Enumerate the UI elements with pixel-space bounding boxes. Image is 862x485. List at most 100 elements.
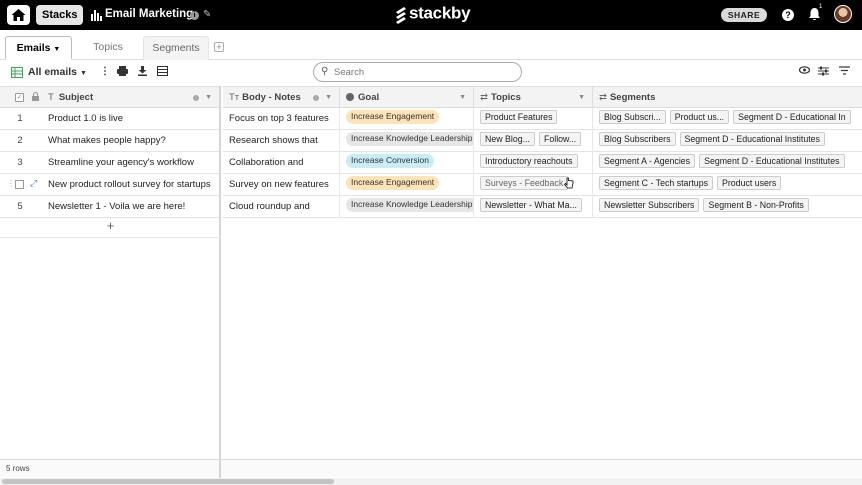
chevron-down-icon[interactable]: ▼ <box>459 87 466 108</box>
main-header: Tт Body - Notes ▼ Goal ▼ ⇄ Topics ▼ ⇄ Segme… <box>223 86 862 109</box>
column-header-subject[interactable]: T Subject ▼ <box>42 87 219 109</box>
download-icon[interactable] <box>138 66 147 79</box>
help-icon[interactable]: ? <box>782 9 794 21</box>
select-all-checkbox[interactable]: ✓ <box>15 93 24 102</box>
table-row[interactable]: ⋮ ⤢ New product rollout survey for start… <box>0 174 219 196</box>
stacks-button[interactable]: Stacks <box>36 5 84 25</box>
subject-cell[interactable]: Product 1.0 is live <box>42 108 219 130</box>
text-icon: T <box>48 92 54 103</box>
subject-cell[interactable]: New product rollout survey for startups <box>42 174 219 196</box>
segments-cell[interactable]: Newsletter Subscribers Segment B - Non-Pr… <box>593 196 862 218</box>
segments-cell[interactable]: Segment A - Agencies Segment D - Educatio… <box>593 152 862 174</box>
topics-cell[interactable]: Product Features <box>474 108 593 130</box>
segment-chip[interactable]: Blog Subscribers <box>599 132 676 147</box>
expand-row-icon[interactable]: ⤢ <box>30 178 37 189</box>
share-button[interactable]: SHARE <box>721 8 767 22</box>
user-avatar[interactable] <box>834 5 852 23</box>
more-options-icon[interactable]: ⋮ <box>100 66 110 77</box>
column-header-segments[interactable]: ⇄ Segments <box>593 87 862 109</box>
notification-count: 1 <box>819 4 823 10</box>
segment-chip[interactable]: Segment B - Non-Profits <box>703 198 809 213</box>
row-height-icon[interactable] <box>157 66 168 79</box>
table-row[interactable]: Survey on new features Increase Engageme… <box>223 174 862 196</box>
column-header-topics[interactable]: ⇄ Topics ▼ <box>474 87 593 109</box>
tab-segments[interactable]: Segments <box>143 36 209 60</box>
topics-cell[interactable]: New Blog... Follow... <box>474 130 593 152</box>
row-checkbox[interactable] <box>15 180 24 189</box>
chevron-down-icon[interactable]: ▼ <box>205 87 212 108</box>
chevron-down-icon[interactable]: ▼ <box>578 87 585 108</box>
column-header-goal[interactable]: Goal ▼ <box>340 87 474 109</box>
segment-chip[interactable]: Newsletter Subscribers <box>599 198 700 213</box>
view-toolbar: All emails ▼ ⋮ ⚲ Search <box>0 60 862 86</box>
topic-chip[interactable]: Product Features <box>480 110 558 125</box>
filter-sliders-icon[interactable] <box>818 66 829 79</box>
print-icon[interactable] <box>117 66 128 79</box>
edit-icon[interactable]: ✎ <box>203 9 211 20</box>
topic-chip[interactable]: New Blog... <box>480 132 535 147</box>
topic-chip[interactable]: Introductory reachouts <box>480 154 578 169</box>
segment-chip[interactable]: Segment D - Educational In <box>733 110 851 125</box>
segment-chip[interactable]: Product users <box>716 176 782 191</box>
hide-fields-icon[interactable] <box>798 66 811 77</box>
goal-cell[interactable]: Increase Engagement <box>340 108 474 130</box>
column-header-body-notes[interactable]: Tт Body - Notes ▼ <box>223 87 340 109</box>
goal-pill: Increase Engagement <box>346 176 440 191</box>
table-row[interactable]: 1 Product 1.0 is live <box>0 108 219 130</box>
drag-handle-icon[interactable]: ⋮ <box>7 179 15 188</box>
subject-cell[interactable]: Newsletter 1 - Voila we are here! <box>42 196 219 218</box>
topic-chip[interactable]: Surveys - Feedback <box>480 176 569 191</box>
segments-cell[interactable]: Blog Subscribers Segment D - Educational … <box>593 130 862 152</box>
body-notes-cell[interactable]: Focus on top 3 features <box>223 108 340 130</box>
info-icon[interactable]: i <box>190 11 199 20</box>
table-row[interactable]: 2 What makes people happy? <box>0 130 219 152</box>
segment-chip[interactable]: Segment D - Educational Institutes <box>679 132 825 147</box>
body-notes-cell[interactable]: Cloud roundup and <box>223 196 340 218</box>
segment-chip[interactable]: Segment A - Agencies <box>599 154 696 169</box>
scrollbar-thumb[interactable] <box>2 479 334 484</box>
home-button[interactable] <box>7 5 30 25</box>
add-table-icon[interactable]: + <box>214 42 224 52</box>
subject-cell[interactable]: Streamline your agency's workflow <box>42 152 219 174</box>
segment-chip[interactable]: Blog Subscri... <box>599 110 666 125</box>
row-count: 5 rows <box>6 464 30 473</box>
topic-chip[interactable]: Follow... <box>538 132 582 147</box>
body-notes-cell[interactable]: Collaboration and <box>223 152 340 174</box>
chevron-down-icon[interactable]: ▼ <box>325 87 332 108</box>
field-info-icon[interactable] <box>313 95 319 101</box>
table-row[interactable]: Collaboration and Increase Conversion In… <box>223 152 862 174</box>
segment-chip[interactable]: Segment C - Tech startups <box>599 176 713 191</box>
segments-cell[interactable]: Segment C - Tech startups Product users <box>593 174 862 196</box>
view-selector[interactable]: All emails ▼ <box>28 66 87 78</box>
table-row[interactable]: Cloud roundup and Increase Knowledge Lea… <box>223 196 862 218</box>
goal-cell[interactable]: Increase Knowledge Leadership <box>340 130 474 152</box>
segment-chip[interactable]: Product us... <box>669 110 730 125</box>
table-row[interactable]: Focus on top 3 features Increase Engagem… <box>223 108 862 130</box>
segment-chip[interactable]: Segment D - Educational Institutes <box>699 154 845 169</box>
table-row[interactable]: 5 Newsletter 1 - Voila we are here! <box>0 196 219 218</box>
segments-cell[interactable]: Blog Subscri... Product us... Segment D - … <box>593 108 862 130</box>
goal-cell[interactable]: Increase Conversion <box>340 152 474 174</box>
body-notes-cell[interactable]: Research shows that <box>223 130 340 152</box>
sort-icon[interactable] <box>839 66 850 78</box>
topics-cell[interactable]: Surveys - Feedback <box>474 174 593 196</box>
notification-bell-icon[interactable]: 1 <box>808 4 823 25</box>
horizontal-scrollbar[interactable] <box>0 478 862 485</box>
frozen-header: ✓ T Subject ▼ <box>0 86 219 108</box>
search-input[interactable]: ⚲ Search <box>313 62 522 82</box>
topics-cell[interactable]: Newsletter - What Ma... <box>474 196 593 218</box>
add-row-button[interactable]: + <box>0 216 221 238</box>
tab-emails[interactable]: Emails ▼ <box>5 36 72 60</box>
tab-topics[interactable]: Topics <box>76 36 140 60</box>
field-info-icon[interactable] <box>193 95 199 101</box>
stack-title[interactable]: Email Marketing <box>105 8 193 20</box>
subject-cell[interactable]: What makes people happy? <box>42 130 219 152</box>
table-row[interactable]: 3 Streamline your agency's workflow <box>0 152 219 174</box>
topic-chip[interactable]: Newsletter - What Ma... <box>480 198 582 213</box>
table-row[interactable]: Research shows that Increase Knowledge L… <box>223 130 862 152</box>
goal-cell[interactable]: Increase Engagement <box>340 174 474 196</box>
view-selector-label: All emails <box>28 66 78 78</box>
topics-cell[interactable]: Introductory reachouts <box>474 152 593 174</box>
body-notes-cell[interactable]: Survey on new features <box>223 174 340 196</box>
goal-cell[interactable]: Increase Knowledge Leadership <box>340 196 474 218</box>
